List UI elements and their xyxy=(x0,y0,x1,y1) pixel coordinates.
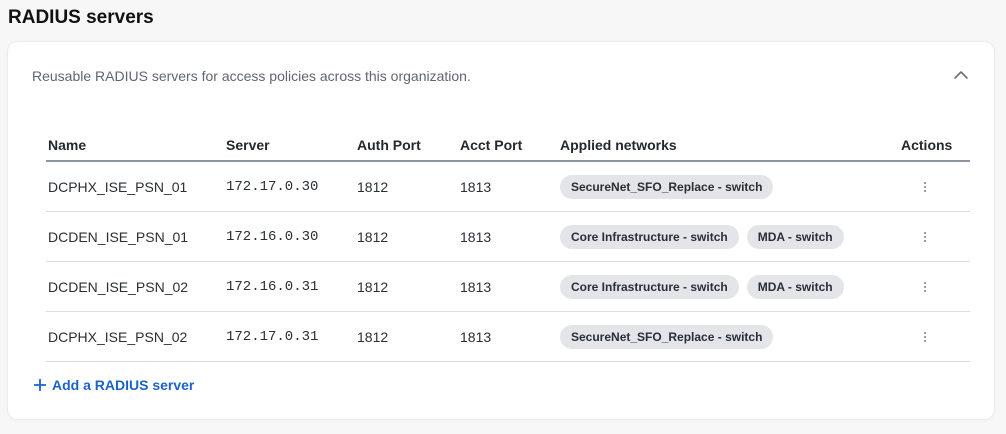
kebab-dot xyxy=(924,281,926,284)
auth-port-cell: 1812 xyxy=(357,328,389,345)
table-header-row: Name Server Auth Port Acct Port Applied … xyxy=(46,130,970,162)
kebab-dot xyxy=(924,285,926,288)
kebab-menu-icon[interactable] xyxy=(919,177,931,197)
server-address-cell: 172.16.0.31 xyxy=(226,278,319,295)
acct-port-cell: 1813 xyxy=(460,278,492,295)
server-address-cell: 172.17.0.30 xyxy=(226,178,319,195)
network-tag[interactable]: SecureNet_SFO_Replace - switch xyxy=(560,174,774,199)
kebab-menu-icon[interactable] xyxy=(919,277,931,297)
radius-servers-card: Reusable RADIUS servers for access polic… xyxy=(8,42,994,419)
column-header-applied-networks[interactable]: Applied networks xyxy=(560,130,677,160)
collapse-button[interactable] xyxy=(952,66,970,84)
add-radius-server-button[interactable]: Add a RADIUS server xyxy=(34,377,194,393)
server-name-cell: DCDEN_ISE_PSN_02 xyxy=(48,278,189,295)
column-header-name[interactable]: Name xyxy=(48,130,86,160)
server-address-cell: 172.17.0.31 xyxy=(226,328,319,345)
network-tag[interactable]: MDA - switch xyxy=(746,274,844,299)
kebab-dot xyxy=(924,331,926,334)
kebab-dot xyxy=(924,189,926,192)
acct-port-cell: 1813 xyxy=(460,178,492,195)
chevron-up-icon xyxy=(954,71,968,79)
column-header-acct-port[interactable]: Acct Port xyxy=(460,130,522,160)
kebab-dot xyxy=(924,339,926,342)
kebab-menu-icon[interactable] xyxy=(919,227,931,247)
network-tag[interactable]: MDA - switch xyxy=(746,224,844,249)
auth-port-cell: 1812 xyxy=(357,278,389,295)
plus-icon xyxy=(34,379,46,391)
acct-port-cell: 1813 xyxy=(460,328,492,345)
applied-networks-cell: SecureNet_SFO_Replace - switch xyxy=(560,312,774,361)
auth-port-cell: 1812 xyxy=(357,178,389,195)
applied-networks-cell: Core Infrastructure - switch MDA - switch xyxy=(560,212,844,261)
add-radius-server-label: Add a RADIUS server xyxy=(52,377,195,393)
server-name-cell: DCPHX_ISE_PSN_01 xyxy=(48,178,188,195)
server-address-cell: 172.16.0.30 xyxy=(226,228,319,245)
page-title: RADIUS servers xyxy=(8,7,154,28)
table-row: DCPHX_ISE_PSN_02 172.17.0.31 1812 1813 Secur… xyxy=(46,312,970,362)
server-name-cell: DCPHX_ISE_PSN_02 xyxy=(48,328,188,345)
card-description: Reusable RADIUS servers for access polic… xyxy=(32,68,471,84)
kebab-dot xyxy=(924,181,926,184)
radius-servers-table: Name Server Auth Port Acct Port Applied … xyxy=(46,130,970,362)
kebab-dot xyxy=(924,239,926,242)
applied-networks-cell: SecureNet_SFO_Replace - switch xyxy=(560,162,774,211)
network-tag[interactable]: Core Infrastructure - switch xyxy=(560,274,739,299)
kebab-dot xyxy=(924,335,926,338)
applied-networks-cell: Core Infrastructure - switch MDA - switch xyxy=(560,262,844,311)
column-header-server[interactable]: Server xyxy=(226,130,270,160)
network-tag[interactable]: Core Infrastructure - switch xyxy=(560,224,739,249)
kebab-dot xyxy=(924,231,926,234)
server-name-cell: DCDEN_ISE_PSN_01 xyxy=(48,228,189,245)
network-tag[interactable]: SecureNet_SFO_Replace - switch xyxy=(560,324,774,349)
acct-port-cell: 1813 xyxy=(460,228,492,245)
column-header-actions: Actions xyxy=(901,137,953,153)
kebab-dot xyxy=(924,289,926,292)
table-row: DCDEN_ISE_PSN_01 172.16.0.30 1812 1813 Core … xyxy=(46,212,970,262)
kebab-dot xyxy=(924,235,926,238)
kebab-menu-icon[interactable] xyxy=(919,327,931,347)
table-row: DCPHX_ISE_PSN_01 172.17.0.30 1812 1813 Secur… xyxy=(46,162,970,212)
auth-port-cell: 1812 xyxy=(357,228,389,245)
table-row: DCDEN_ISE_PSN_02 172.16.0.31 1812 1813 Core … xyxy=(46,262,970,312)
kebab-dot xyxy=(924,185,926,188)
column-header-auth-port[interactable]: Auth Port xyxy=(357,130,421,160)
